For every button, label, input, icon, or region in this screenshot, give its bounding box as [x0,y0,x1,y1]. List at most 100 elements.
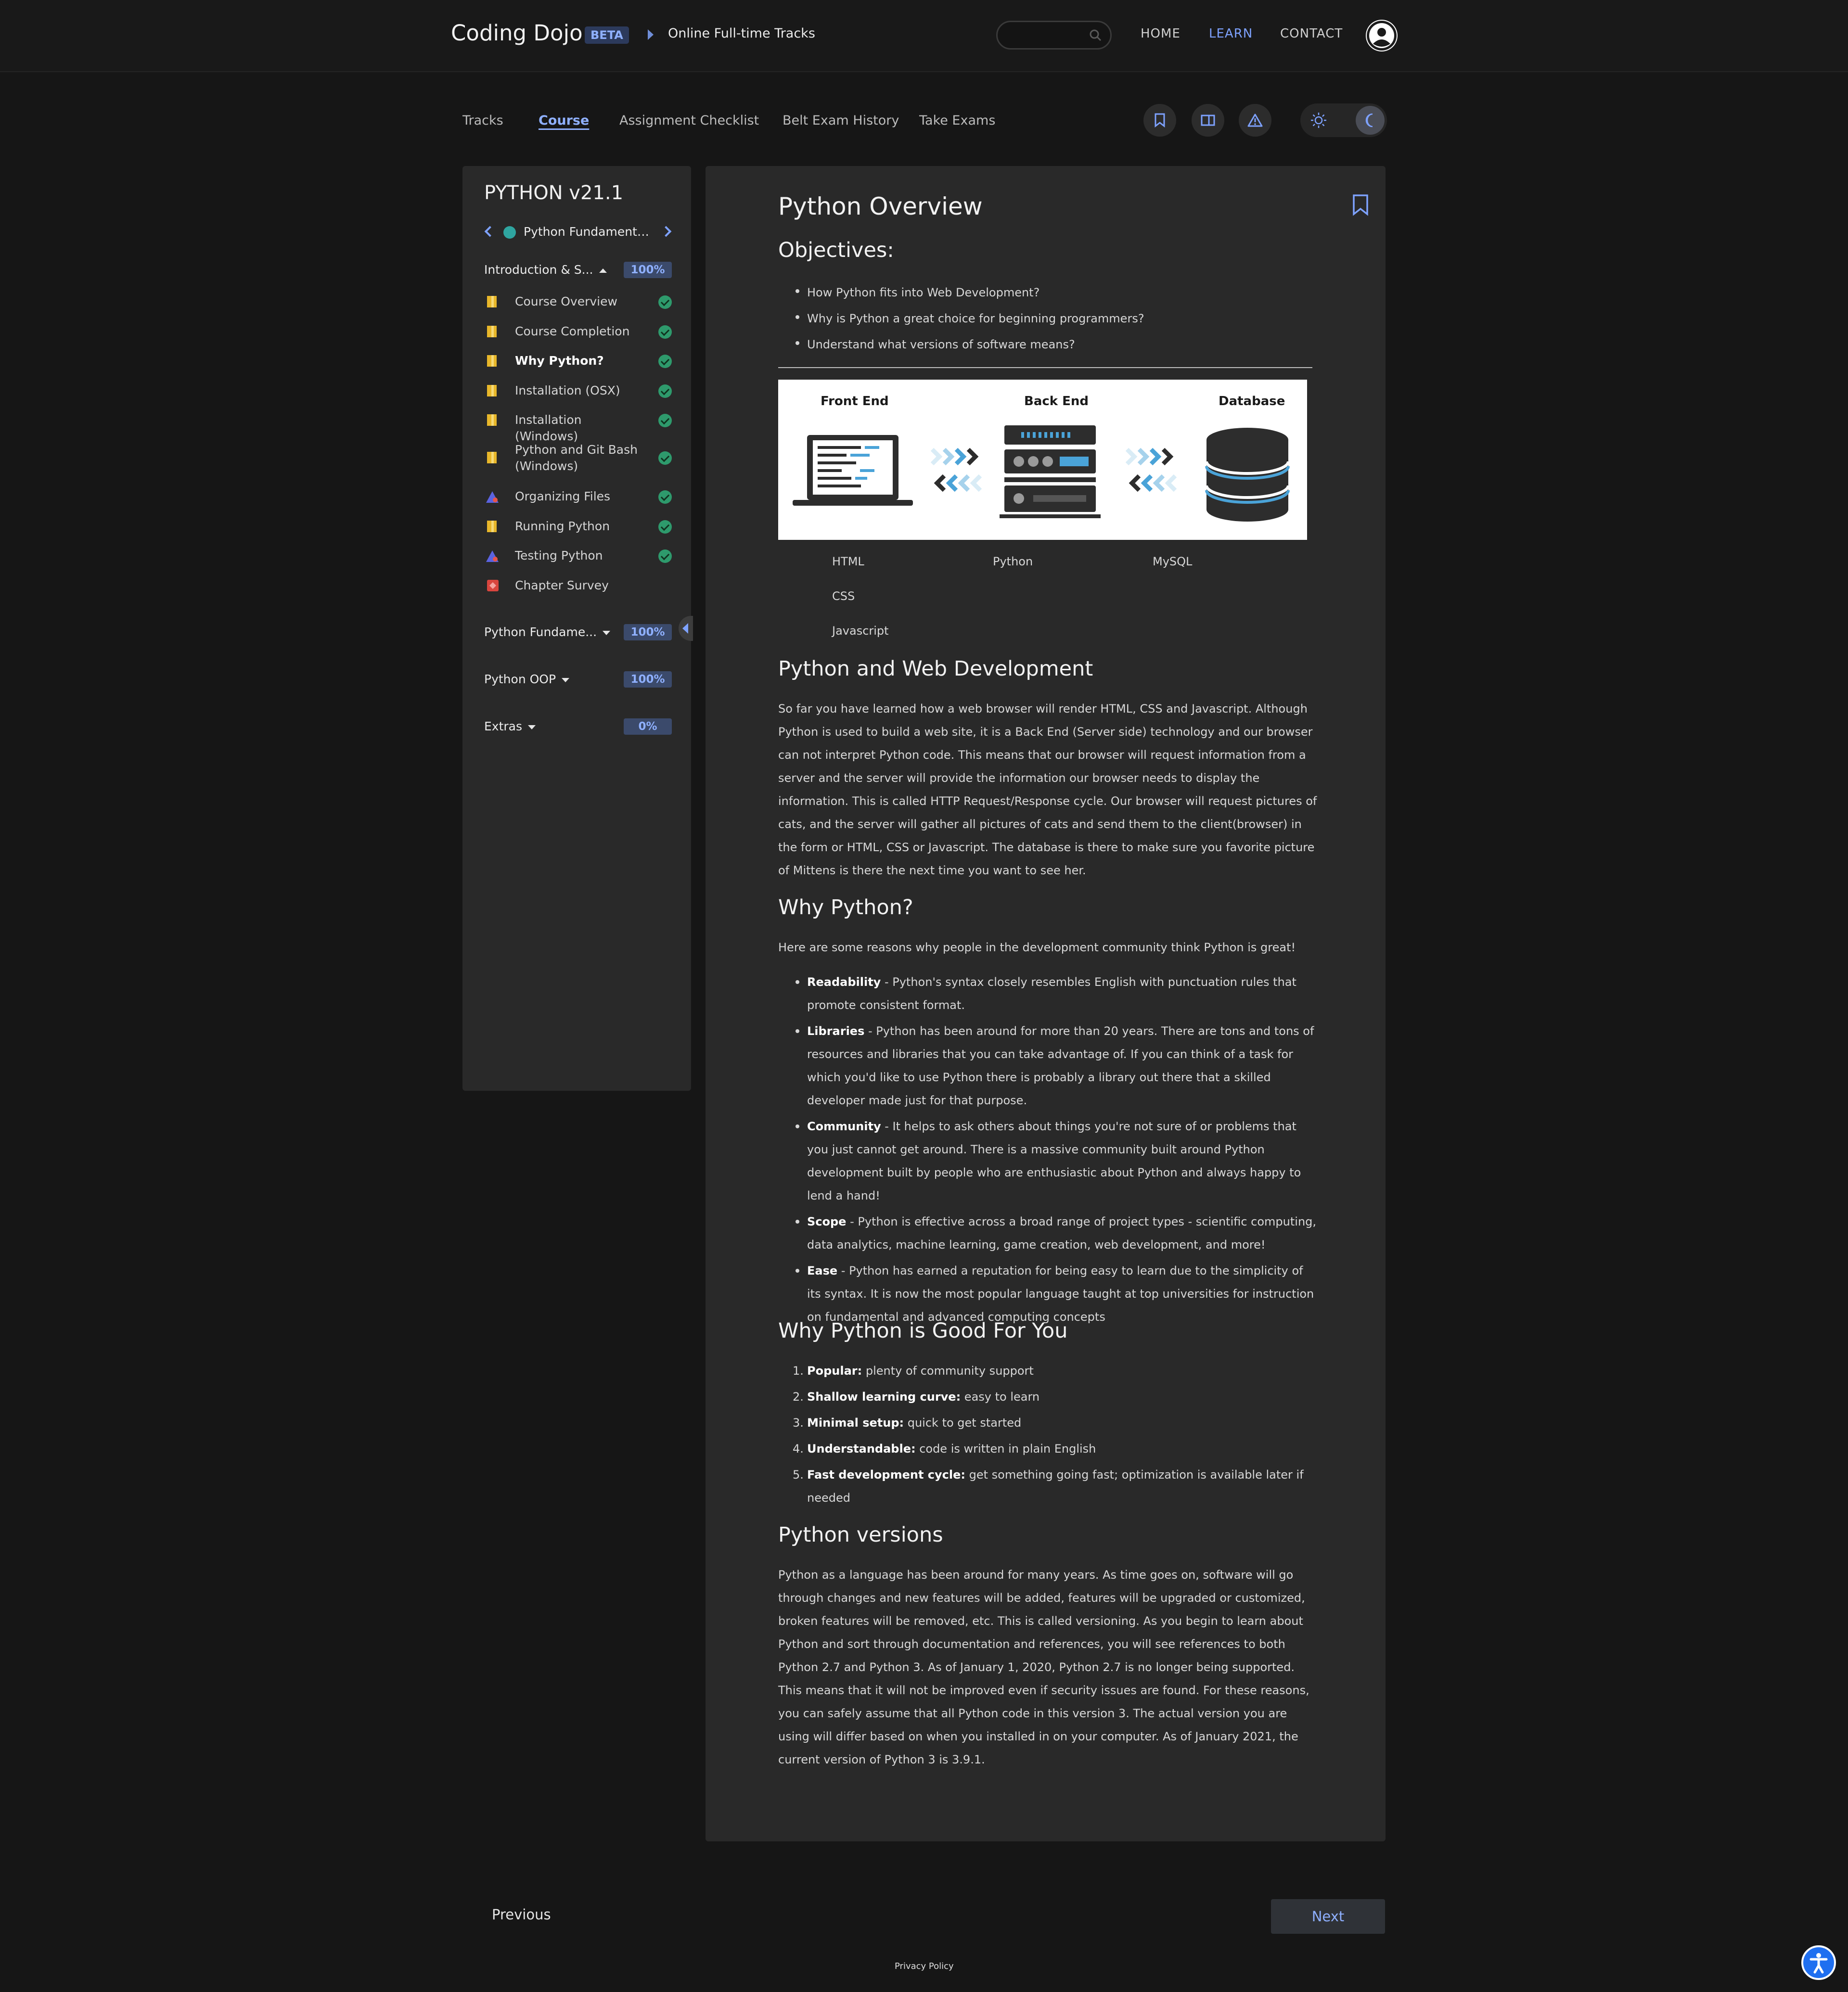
warning-icon [1247,114,1263,127]
tech-python: Python [993,555,1033,568]
section-introduction[interactable]: Introduction & S... 100% [484,261,672,280]
tab-take-exams[interactable]: Take Exams [919,113,995,128]
progress-badge: 0% [624,718,672,735]
privacy-policy-link[interactable]: Privacy Policy [895,1961,954,1971]
caret-down-icon [562,677,570,682]
book-icon [487,326,497,337]
theme-toggle[interactable] [1300,103,1387,137]
objectives-heading: Objectives: [778,238,894,262]
front-end-label: Front End [821,394,889,409]
chevron-right-icon[interactable] [660,226,672,237]
list-item: Understand what versions of software mea… [778,332,1320,358]
tech-mysql: MySQL [1153,555,1193,568]
nav-contact[interactable]: CONTACT [1280,26,1343,41]
webdev-heading: Python and Web Development [778,657,1093,681]
list-item: 1. Popular: plenty of community support [793,1364,1034,1378]
architecture-diagram: Front End Back End Database [778,380,1307,540]
objectives-list: How Python fits into Web Development? Wh… [778,280,1320,358]
book-icon [487,355,497,367]
chevron-left-icon[interactable] [484,226,496,237]
tab-belt-exam-history[interactable]: Belt Exam History [783,113,899,128]
search-icon[interactable] [1089,29,1102,41]
survey-icon [487,580,499,591]
list-item: Libraries - Python has been around for m… [778,1020,1320,1112]
book-icon [487,521,497,532]
course-sidebar: PYTHON v21.1 Python Fundamentals Introdu… [462,166,691,1091]
completed-check-icon [658,384,672,398]
beta-badge: BETA [585,26,629,44]
divider [778,367,1312,368]
completed-check-icon [658,451,672,465]
chapter-navigator: Python Fundamentals [484,224,672,243]
completed-check-icon [658,295,672,309]
next-button[interactable]: Next [1271,1899,1385,1934]
back-end-label: Back End [1024,394,1089,409]
list-item: Community - It helps to ask others about… [778,1115,1320,1207]
why-python-intro: Here are some reasons why people in the … [778,941,1296,954]
tab-tracks[interactable]: Tracks [462,113,503,128]
caret-down-icon [603,630,611,635]
database-label: Database [1219,394,1285,409]
book-open-icon [1201,115,1215,126]
section-python-oop[interactable]: Python OOP 100% [484,670,672,690]
good-for-you-heading: Why Python is Good For You [778,1319,1068,1343]
versions-heading: Python versions [778,1523,943,1547]
list-item: Scope - Python is effective across a bro… [778,1210,1320,1256]
section-extras[interactable]: Extras 0% [484,717,672,737]
webdev-paragraph: So far you have learned how a web browse… [778,702,1317,877]
completed-check-icon [658,490,672,504]
completed-check-icon [658,414,672,427]
bookmark-icon[interactable] [1352,194,1369,216]
nav-learn[interactable]: LEARN [1209,26,1253,41]
previous-button[interactable]: Previous [492,1906,551,1923]
chapter-label[interactable]: Python Fundamentals [524,225,654,239]
list-item: How Python fits into Web Development? [778,280,1320,306]
versions-paragraph: Python as a language has been around for… [778,1568,1309,1766]
accessibility-icon [1810,1953,1828,1974]
tech-css: CSS [832,589,855,603]
assignment-icon [486,550,499,562]
bookmark-icon [1155,113,1165,128]
accessibility-button[interactable] [1801,1945,1836,1980]
brand-logo[interactable]: Coding Dojo [451,20,583,46]
list-item: 4. Understandable: code is written in pla… [793,1442,1096,1456]
section-label: Python Fundame... [484,625,597,639]
chapter-icon [503,226,516,239]
reading-mode-button[interactable] [1192,104,1224,137]
moon-icon [1365,113,1373,128]
completed-check-icon [658,520,672,534]
top-navbar: Coding Dojo BETA Online Full-time Tracks… [0,0,1848,72]
tab-course[interactable]: Course [539,113,589,128]
section-label: Extras [484,719,523,733]
course-title: PYTHON v21.1 [484,182,624,204]
section-label: Introduction & S... [484,263,593,277]
progress-badge: 100% [624,671,672,688]
list-item: Readability - Python's syntax closely re… [778,970,1320,1017]
report-issue-button[interactable] [1239,104,1271,137]
light-mode-button[interactable] [1304,106,1333,135]
page-title: Python Overview [778,192,983,220]
sun-icon [1311,113,1326,128]
breadcrumb-arrow-icon [648,29,654,40]
bookmarks-button[interactable] [1143,104,1176,137]
nav-home[interactable]: HOME [1141,26,1181,41]
breadcrumb-track[interactable]: Online Full-time Tracks [668,26,815,41]
lesson-content: Python Overview Objectives: How Python f… [706,166,1386,1841]
section-python-fundamentals[interactable]: Python Fundame... 100% [484,623,672,642]
book-icon [487,414,497,426]
user-avatar-icon[interactable] [1366,20,1398,51]
book-icon [487,296,497,307]
tech-html: HTML [832,555,864,568]
laptop-icon [793,435,913,506]
dark-mode-button[interactable] [1356,106,1385,135]
tab-assignment-checklist[interactable]: Assignment Checklist [619,113,759,128]
caret-up-icon [599,268,607,273]
assignment-icon [486,491,499,503]
arrows-icon [1125,447,1177,492]
book-icon [487,452,497,463]
list-item: 3. Minimal setup: quick to get started [793,1416,1022,1430]
progress-badge: 100% [624,624,672,640]
book-icon [487,385,497,396]
list-item: 5. Fast development cycle: get something … [793,1468,1304,1505]
search-input[interactable] [996,21,1112,50]
